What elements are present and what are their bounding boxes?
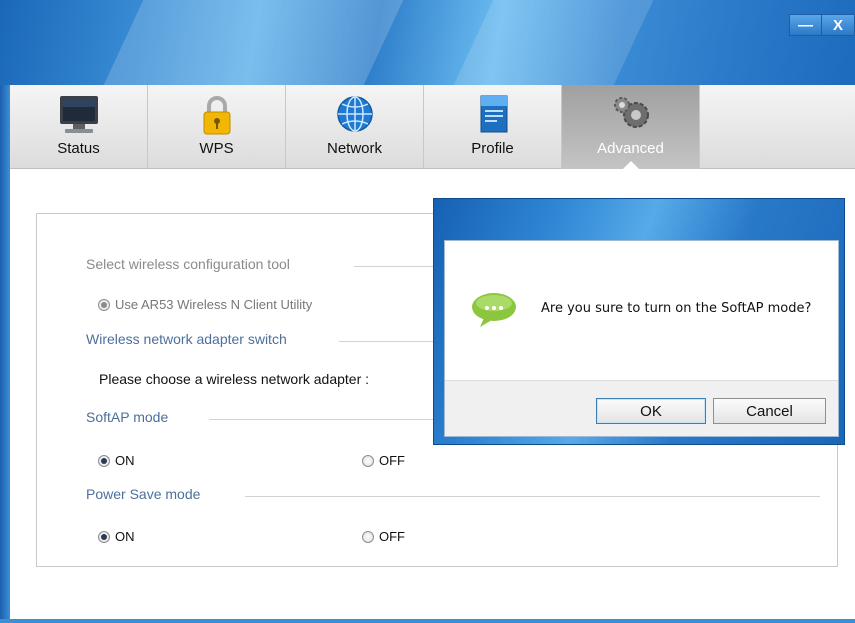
dialog-footer: OK Cancel <box>445 380 838 436</box>
title-bar: — X <box>0 0 855 85</box>
dialog-message: Are you sure to turn on the SoftAP mode? <box>541 301 812 316</box>
tab-bar: Status WPS Network Profile Advanced <box>10 85 855 169</box>
tab-separator <box>699 85 700 169</box>
ok-button[interactable]: OK <box>596 398 706 424</box>
padlock-icon <box>203 96 230 135</box>
tab-status-label: Status <box>57 140 100 157</box>
tab-profile[interactable]: Profile <box>424 85 561 169</box>
tab-advanced[interactable]: Advanced <box>562 85 699 169</box>
softap-off-option[interactable]: OFF <box>362 453 405 468</box>
window-bottom-border <box>0 619 855 623</box>
power-save-on-radio[interactable] <box>98 530 110 543</box>
power-save-title: Power Save mode <box>86 486 201 502</box>
softap-off-radio[interactable] <box>362 454 374 467</box>
globe-icon <box>336 96 373 132</box>
softap-off-label: OFF <box>379 453 405 468</box>
power-save-off-label: OFF <box>379 529 405 544</box>
gears-icon <box>613 97 649 128</box>
section-divider <box>339 341 434 342</box>
monitor-icon <box>59 96 98 133</box>
config-tool-title: Select wireless configuration tool <box>86 256 290 272</box>
softap-on-radio[interactable] <box>98 454 110 467</box>
window-left-border <box>0 85 10 623</box>
adapter-prompt: Please choose a wireless network adapter… <box>99 371 370 387</box>
power-save-off-radio[interactable] <box>362 530 374 543</box>
power-save-on-option[interactable]: ON <box>98 529 135 544</box>
power-save-on-label: ON <box>115 529 135 544</box>
tab-advanced-label: Advanced <box>597 140 664 157</box>
adapter-switch-title: Wireless network adapter switch <box>86 331 287 347</box>
tab-network[interactable]: Network <box>286 85 423 169</box>
section-divider <box>354 266 434 267</box>
tab-wps[interactable]: WPS <box>148 85 285 169</box>
profile-document-icon <box>480 95 507 133</box>
cancel-button[interactable]: Cancel <box>713 398 826 424</box>
minimize-button[interactable]: — <box>789 14 822 36</box>
power-save-off-option[interactable]: OFF <box>362 529 405 544</box>
window-controls: — X <box>789 14 855 36</box>
config-tool-option-label: Use AR53 Wireless N Client Utility <box>115 297 313 312</box>
speech-bubble-icon <box>472 293 516 327</box>
softap-confirm-dialog: Are you sure to turn on the SoftAP mode?… <box>433 198 845 445</box>
section-divider <box>245 496 820 497</box>
tab-wps-label: WPS <box>199 140 234 157</box>
softap-title: SoftAP mode <box>86 409 169 425</box>
dialog-message-area: Are you sure to turn on the SoftAP mode? <box>445 241 838 380</box>
close-button[interactable]: X <box>822 14 855 36</box>
section-divider <box>209 419 434 420</box>
config-tool-radio <box>98 298 110 311</box>
dialog-body: Are you sure to turn on the SoftAP mode?… <box>444 240 839 437</box>
softap-on-option[interactable]: ON <box>98 453 135 468</box>
config-tool-option: Use AR53 Wireless N Client Utility <box>98 297 312 312</box>
softap-on-label: ON <box>115 453 135 468</box>
app-window: — X Status WPS Network Profile Advanced … <box>0 0 855 623</box>
tab-profile-label: Profile <box>471 140 514 157</box>
tab-network-label: Network <box>326 140 382 157</box>
tab-status[interactable]: Status <box>10 85 147 169</box>
